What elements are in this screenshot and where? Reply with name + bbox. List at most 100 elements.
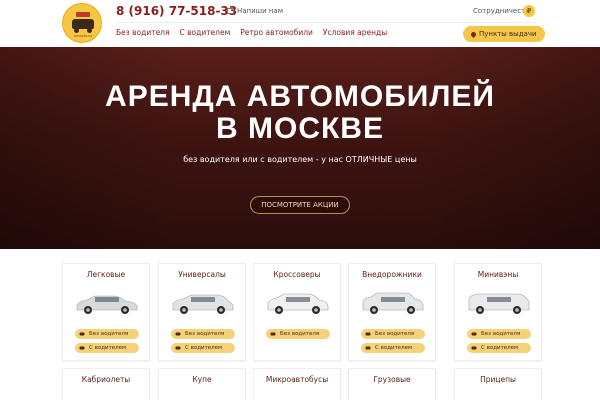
hero-title-line-1: АРЕНДА АВТОМОБИЛЕЙ [105,80,495,113]
category-title: Прицепы [480,375,516,384]
steering-car-icon [365,332,371,336]
car-image[interactable] [73,290,141,316]
car-hubcap [314,308,318,312]
phone-number[interactable]: 8 (916) 77-518-33 [116,4,237,18]
nav-item-rental-terms[interactable]: Условия аренды [323,28,387,37]
pill-label: Без водителя [481,331,521,337]
with-driver-button[interactable]: С водителем [75,343,139,353]
nav-item-with-driver[interactable]: С водителем [180,28,231,37]
pickup-points-button[interactable]: Пункты выдачи [463,26,545,42]
icon-shape [79,332,85,336]
with-driver-button[interactable]: С водителем [361,343,425,353]
steering-car-icon [175,332,181,336]
without-driver-button[interactable]: Без водителя [171,329,235,339]
category-card[interactable]: Грузовые [348,368,436,400]
category-title: Внедорожники [362,270,422,279]
category-title: Кабриолеты [81,375,131,384]
category-title: Легковые [86,270,126,279]
wheel-icon [74,28,79,33]
pickup-points-label: Пункты выдачи [479,30,537,38]
location-pin-icon [469,30,478,38]
pill-label: Без водителя [375,331,415,337]
car-window [381,297,405,302]
category-title: Микроавтобусы [265,375,329,384]
category-card[interactable]: Купе [158,368,246,400]
taxi-sign-icon [76,12,90,17]
without-driver-button[interactable]: Без водителя [361,329,425,339]
icon-shape [79,346,85,350]
steering-car-icon [471,332,477,336]
category-title: Кроссоверы [273,270,321,279]
without-driver-button[interactable]: Без водителя [467,329,531,339]
write-us-link[interactable]: Напиши нам [227,7,283,15]
car-hubcap [515,308,519,312]
logo-site-text: amavto.su [73,34,93,38]
car-hubcap [123,308,127,312]
hero-title: АРЕНДА АВТОМОБИЛЕЙ В МОСКВЕ [0,81,600,145]
category-card[interactable]: Прицепы [454,368,542,400]
pill-label: Без водителя [89,331,129,337]
car-window [487,297,511,302]
pill-label: С водителем [375,345,413,351]
ruble-icon[interactable]: ₽ [523,5,535,17]
car-image[interactable] [465,290,533,316]
driver-icon [471,346,477,350]
icon-shape [471,346,477,350]
hero-banner: АРЕНДА АВТОМОБИЛЕЙ В МОСКВЕ без водителя… [0,47,600,249]
site-header: amavto.su 8 (916) 77-518-33 Напиши нам С… [0,0,600,47]
steering-car-icon [79,332,85,336]
icon-shape [365,332,371,336]
car-image[interactable] [359,290,427,316]
icon-shape [471,332,477,336]
icon-shape [175,332,181,336]
driver-icon [365,346,371,350]
logo[interactable]: amavto.su [62,3,102,43]
category-card[interactable]: Внедорожники Без водителя С водителем [348,263,436,361]
car-hubcap [219,308,223,312]
icon-shape [270,332,276,336]
category-card[interactable]: Микроавтобусы [253,368,341,400]
wheel-icon [87,28,92,33]
without-driver-button[interactable]: Без водителя [75,329,139,339]
steering-car-icon [270,332,276,336]
category-title: Универсалы [178,270,226,279]
category-card[interactable]: Кабриолеты [62,368,150,400]
category-card[interactable]: Кроссоверы Без водителя [253,263,341,361]
icon-shape [175,346,181,350]
car-window [191,297,215,302]
car-hubcap [409,308,413,312]
car-hubcap [86,308,90,312]
with-driver-button[interactable]: С водителем [467,343,531,353]
main-nav: Без водителя С водителем Ретро автомобил… [116,28,387,37]
hero-title-line-2: В МОСКВЕ [216,112,384,145]
car-window [95,297,119,302]
category-title: Минивэны [477,270,519,279]
hero-subtitle: без водителя или с водителем - у нас ОТЛ… [183,155,417,164]
category-title: Купе [192,375,212,384]
pill-label: С водителем [185,345,223,351]
category-card[interactable]: Минивэны Без водителя С водителем [454,263,542,361]
pill-label: Без водителя [185,331,225,337]
write-us-label: Напиши нам [237,7,284,15]
car-image[interactable] [169,290,237,316]
nav-item-retro[interactable]: Ретро автомобили [240,28,313,37]
car-hubcap [182,308,186,312]
with-driver-button[interactable]: С водителем [171,343,235,353]
see-promotions-button[interactable]: ПОСМОТРИТЕ АКЦИИ [250,196,350,214]
car-window [286,297,310,302]
pill-label: С водителем [481,345,519,351]
pill-label: Без водителя [280,331,320,337]
car-hubcap [277,308,281,312]
pencil-icon [227,8,234,14]
car-image[interactable] [264,290,332,316]
nav-item-without-driver[interactable]: Без водителя [116,28,170,37]
category-card[interactable]: Легковые Без водителя С водителем [62,263,150,361]
driver-icon [79,346,85,350]
icon-shape [365,346,371,350]
without-driver-button[interactable]: Без водителя [266,329,330,339]
header-divider [116,22,536,23]
pill-label: С водителем [89,345,127,351]
category-title: Грузовые [373,375,411,384]
driver-icon [175,346,181,350]
category-card[interactable]: Универсалы Без водителя С водителем [158,263,246,361]
